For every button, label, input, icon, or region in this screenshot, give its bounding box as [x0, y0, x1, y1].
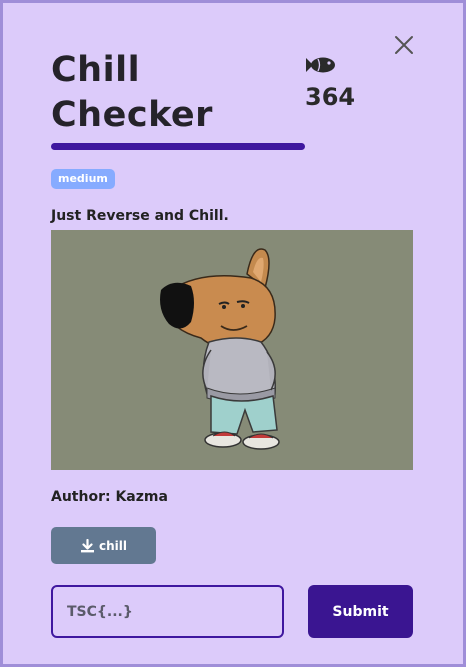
download-icon — [81, 538, 94, 552]
challenge-author: Author: Kazma — [51, 489, 168, 505]
close-icon[interactable] — [393, 34, 415, 56]
challenge-description: Just Reverse and Chill. — [51, 208, 229, 224]
flag-input[interactable] — [51, 585, 284, 638]
difficulty-badge: medium — [51, 169, 115, 189]
fish-icon — [306, 57, 335, 73]
challenge-modal: Chill Checker 364 medium Just Reverse an… — [3, 3, 463, 664]
submit-button[interactable]: Submit — [308, 585, 413, 638]
challenge-image — [51, 230, 413, 470]
challenge-title: Chill Checker — [51, 50, 213, 135]
download-file-label: chill — [99, 538, 127, 553]
points-value: 364 — [305, 83, 356, 111]
download-file-button[interactable]: chill — [51, 527, 156, 564]
title-underline — [51, 143, 305, 150]
